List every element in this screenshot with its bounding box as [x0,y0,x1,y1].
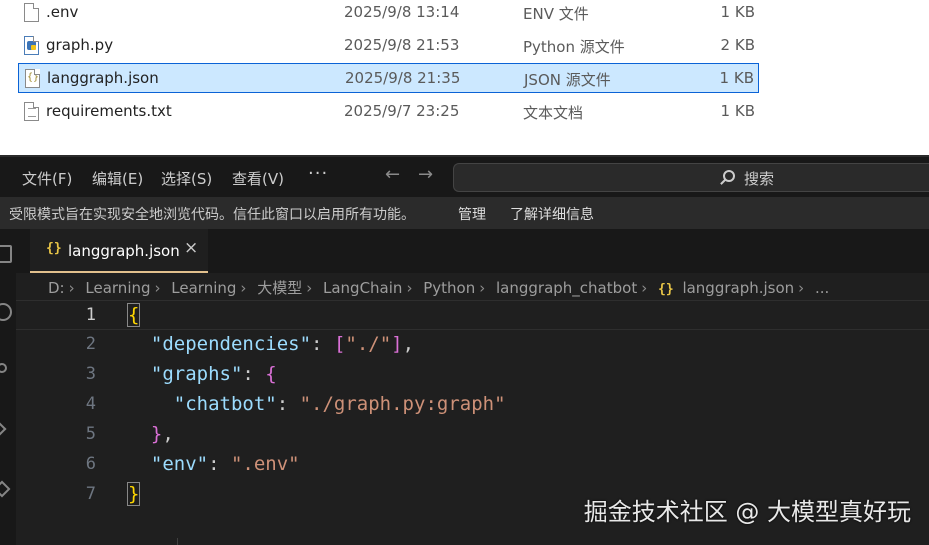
chevron-right-icon: › [641,279,648,297]
file-name: requirements.txt [46,102,172,120]
back-arrow-icon[interactable]: ← [385,164,400,185]
file-name: langgraph.json [47,69,159,87]
extensions-icon[interactable] [0,480,11,498]
file-row-env[interactable]: .env 2025/9/8 13:14 ENV 文件 1 KB [18,0,759,28]
chevron-right-icon: › [306,279,313,297]
chevron-right-icon: › [240,279,247,297]
command-center-search[interactable]: 搜索 [453,163,929,192]
file-size: 2 KB [720,36,755,54]
python-file-icon [24,36,39,55]
menu-edit[interactable]: 编辑(E) [92,168,143,189]
file-type: JSON 源文件 [524,71,611,89]
json-string: ".env" [230,453,300,475]
breadcrumb-item[interactable]: Learning [171,279,236,297]
breadcrumb-ellipsis[interactable]: ... [815,279,829,297]
forward-arrow-icon[interactable]: → [418,164,433,185]
file-size: 1 KB [719,69,754,87]
menu-selection[interactable]: 选择(S) [161,168,212,189]
learn-more-link[interactable]: 了解详细信息 [510,204,594,224]
run-debug-icon[interactable] [0,420,7,438]
file-date: 2025/9/7 23:25 [344,102,460,120]
code-line-2[interactable]: 2 "dependencies": ["./"], [16,330,929,360]
file-explorer: .env 2025/9/8 13:14 ENV 文件 1 KB graph.py… [0,0,929,155]
file-row-requirements[interactable]: requirements.txt 2025/9/7 23:25 文本文档 1 K… [18,97,759,127]
menu-file[interactable]: 文件(F) [22,168,72,189]
line-number: 3 [85,364,96,384]
breadcrumb-file[interactable]: langgraph.json [682,279,794,297]
close-icon[interactable]: × [184,238,198,258]
code-line-6[interactable]: 6 "env": ".env" [16,450,929,480]
title-bar: 文件(F) 编辑(E) 选择(S) 查看(V) ··· ← → 搜索 [0,155,929,197]
file-icon [24,3,39,22]
line-number: 1 [85,305,96,325]
editor-tab-bar: {} langgraph.json × [16,229,929,273]
code-line-4[interactable]: 4 "chatbot": "./graph.py:graph" [16,390,929,420]
file-size: 1 KB [720,3,755,21]
json-key: "graphs" [150,363,243,385]
file-date: 2025/9/8 13:14 [344,3,460,21]
chevron-right-icon: › [68,279,75,297]
breadcrumb-item[interactable]: 大模型 [257,279,302,297]
file-date: 2025/9/8 21:35 [345,69,461,87]
source-control-icon[interactable] [0,363,7,373]
chevron-right-icon: › [479,279,486,297]
code-line-5[interactable]: 5 }, [16,420,929,450]
json-key: "env" [150,453,209,475]
json-string: "./" [345,333,392,355]
line-number: 6 [85,454,96,474]
breadcrumb-item[interactable]: D: [48,279,65,297]
manage-link[interactable]: 管理 [458,204,486,224]
tab-langgraph-json[interactable]: {} langgraph.json × [30,229,208,273]
line-number: 4 [85,394,96,414]
file-name: .env [46,3,79,21]
line-number: 5 [85,424,96,444]
watermark: 掘金技术社区 @ 大模型真好玩 [583,498,911,526]
json-string: "./graph.py:graph" [299,393,506,415]
activity-bar [0,229,16,545]
vscode-window: 文件(F) 编辑(E) 选择(S) 查看(V) ··· ← → 搜索 受限模式旨… [0,155,929,545]
breadcrumb: D: › Learning › Learning › 大模型 › LangChain › … [48,277,833,299]
json-key: "dependencies" [150,333,312,355]
json-file-icon: {} [25,69,40,88]
breadcrumb-item[interactable]: langgraph_chatbot [496,279,637,297]
json-key: "chatbot" [173,393,277,415]
line-number: 2 [85,334,96,354]
menu-view[interactable]: 查看(V) [232,168,284,189]
chevron-right-icon: › [154,279,161,297]
json-icon: {} [46,241,62,256]
file-name: graph.py [46,36,114,54]
chevron-right-icon: › [798,279,805,297]
code-line-3[interactable]: 3 "graphs": { [16,360,929,390]
file-type: 文本文档 [523,104,584,122]
file-date: 2025/9/8 21:53 [344,36,460,54]
file-row-langgraph-json[interactable]: {} langgraph.json 2025/9/8 21:35 JSON 源文… [18,63,759,93]
search-icon [723,170,735,182]
restricted-mode-message: 受限模式旨在实现安全地浏览代码。信任此窗口以启用所有功能。 [9,207,415,223]
search-activity-icon[interactable] [0,303,12,321]
breadcrumb-item[interactable]: Learning [85,279,150,297]
file-size: 1 KB [720,102,755,120]
file-row-graph-py[interactable]: graph.py 2025/9/8 21:53 Python 源文件 2 KB [18,31,759,61]
chevron-right-icon: › [406,279,413,297]
line-number: 7 [85,484,96,504]
file-type: Python 源文件 [523,38,625,56]
explorer-icon[interactable] [0,245,12,263]
indent-guide [177,538,178,545]
breadcrumb-item[interactable]: Python [423,279,475,297]
restricted-mode-banner: 受限模式旨在实现安全地浏览代码。信任此窗口以启用所有功能。 管理 了解详细信息 [0,197,929,229]
text-file-icon [24,102,39,121]
more-menu-icon[interactable]: ··· [308,163,328,184]
json-icon: {} [658,282,674,297]
file-type: ENV 文件 [523,5,589,23]
breadcrumb-item[interactable]: LangChain [323,279,402,297]
code-line-1[interactable]: 1 { [16,300,929,330]
search-label: 搜索 [744,170,775,188]
tab-label: langgraph.json [68,242,180,260]
